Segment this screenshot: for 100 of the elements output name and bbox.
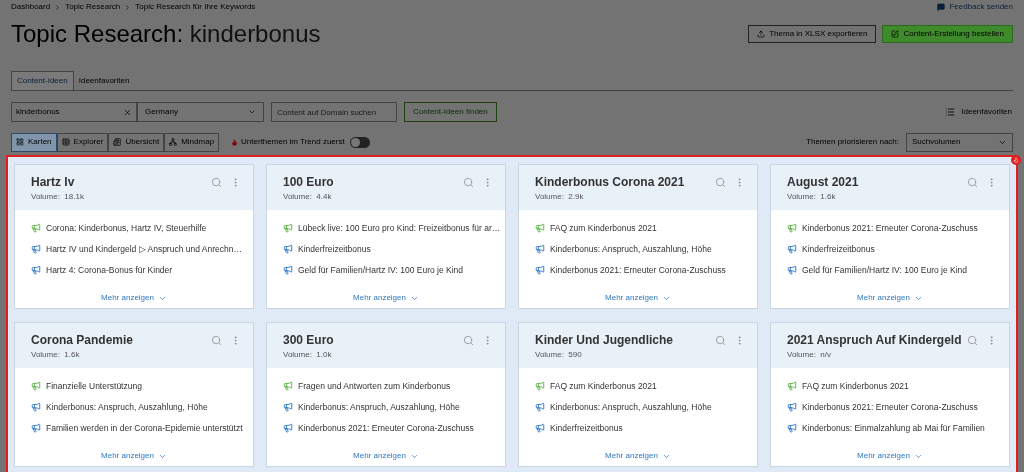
headline-link[interactable]: Finanzielle Unterstützung (46, 380, 142, 393)
megaphone-icon (31, 381, 41, 392)
megaphone-icon (787, 402, 797, 413)
headline-link[interactable]: Hartz IV und Kindergeld ▷ Anspruch und Anrechn… (46, 242, 242, 256)
volume-label: Volume: 2.9k (535, 191, 585, 203)
view-button[interactable]: Übersicht (108, 132, 165, 152)
megaphone-icon (283, 244, 293, 255)
priority-select[interactable]: Suchvolumen (906, 132, 1013, 152)
volume-label: Volume: 4.4k (283, 191, 333, 203)
megaphone-icon (535, 223, 545, 234)
volume-label: Volume: 18.1k (31, 191, 84, 203)
headline-link[interactable]: Kinderfreizeitbonus (550, 421, 623, 435)
volume-label: Volume: n/v (787, 349, 833, 361)
search-icon[interactable] (463, 335, 474, 346)
headline-link[interactable]: Kinderbonus 2021: Erneuter Corona-Zuschuss (802, 222, 978, 235)
megaphone-icon (787, 244, 797, 255)
view-button[interactable]: Explorer (56, 132, 109, 152)
speech-bubble-icon (937, 3, 946, 11)
card-title: August 2021 (787, 174, 859, 191)
search-icon[interactable] (715, 177, 726, 188)
card-title: Hartz Iv (31, 174, 76, 191)
megaphone-icon (31, 223, 41, 234)
favorites-button[interactable]: Ideenfavoriten (945, 106, 1013, 118)
priority-label: Themen priorisieren nach: (806, 136, 899, 148)
chevron-icon (54, 3, 62, 11)
trend-label: Unterthemen im Trend zuerst (241, 136, 345, 148)
megaphone-icon (31, 264, 41, 275)
headline-link[interactable]: Kinderbonus 2021: Erneuter Corona-Zuschuss (298, 421, 474, 435)
headline-link[interactable]: Kinderbonus 2021: Erneuter Corona-Zuschuss (802, 400, 978, 414)
headline-link[interactable]: Kinderbonus: Anspruch, Auszahlung, Höhe (550, 242, 712, 256)
headline-link[interactable]: Geld für Familien/Hartz IV: 100 Euro je Kind (802, 263, 968, 277)
search-icon[interactable] (463, 177, 474, 188)
megaphone-icon (31, 244, 41, 255)
card-title: Corona Pandemie (31, 332, 134, 349)
headline-link[interactable]: Kinderbonus 2021: Erneuter Corona-Zuschuss (550, 263, 726, 277)
megaphone-icon (787, 381, 797, 392)
headline-link[interactable]: Kinderbonus: Anspruch, Auszahlung, Höhe (550, 400, 712, 414)
headline-link[interactable]: FAQ zum Kinderbonus 2021 (550, 222, 657, 235)
order-button[interactable]: Content-Erstellung bestellen (882, 25, 1013, 43)
hierarchy-icon (169, 138, 178, 146)
megaphone-icon (283, 381, 293, 392)
headline-link[interactable]: Kinderbonus: Anspruch, Auszahlung, Höhe (46, 400, 208, 414)
headline-link[interactable]: Hartz 4: Corona-Bonus für Kinder (46, 263, 173, 277)
show-more-button[interactable]: Mehr anzeigen (353, 292, 419, 304)
headline-link[interactable]: Corona: Kinderbonus, Hartz IV, Steuerhilfe (46, 222, 207, 235)
megaphone-icon (535, 381, 545, 392)
show-more-button[interactable]: Mehr anzeigen (857, 292, 923, 304)
view-button[interactable]: Mindmap (164, 132, 220, 152)
volume-label: Volume: 1.6k (787, 191, 837, 203)
keyword-field[interactable]: kinderbonus (11, 102, 137, 122)
flame-icon (231, 138, 239, 146)
show-more-button[interactable]: Mehr anzeigen (857, 450, 923, 462)
table-icon (61, 138, 70, 146)
card-title: 300 Euro (283, 332, 334, 349)
grid-icon (16, 138, 24, 146)
volume-label: Volume: 590 (535, 349, 583, 361)
clear-icon[interactable] (123, 107, 132, 117)
trend-toggle[interactable] (349, 136, 370, 148)
domain-field[interactable]: Content auf Domain suchen (271, 102, 397, 122)
show-more-button[interactable]: Mehr anzeigen (353, 450, 419, 462)
megaphone-icon (787, 422, 797, 433)
headline-link[interactable]: Geld für Familien/Hartz IV: 100 Euro je Kind (298, 263, 464, 277)
show-more-button[interactable]: Mehr anzeigen (605, 292, 671, 304)
breadcrumb-link[interactable]: Topic Research (65, 1, 121, 13)
headline-link[interactable]: Kinderfreizeitbonus (298, 242, 371, 256)
breadcrumb-link[interactable]: Topic Research für Ihre Keywords (135, 1, 256, 13)
show-more-button[interactable]: Mehr anzeigen (101, 450, 167, 462)
headline-link[interactable]: Lübeck live: 100 Euro pro Kind: Freizeitbonus für ar… (298, 222, 501, 235)
headline-link[interactable]: Fragen und Antworten zum Kinderbonus (298, 380, 451, 393)
headline-link[interactable]: Familien werden in der Corona-Epidemie unterstützt (46, 421, 243, 435)
headline-link[interactable]: Kinderfreizeitbonus (802, 242, 875, 256)
search-icon[interactable] (211, 335, 222, 346)
view-button[interactable]: Karten (11, 132, 57, 152)
megaphone-icon (283, 264, 293, 275)
feedback-link[interactable]: Feedback senden (949, 1, 1013, 13)
headline-link[interactable]: Kinderbonus: Einmalzahlung ab Mai für Familien (802, 421, 985, 435)
search-icon[interactable] (715, 335, 726, 346)
search-icon[interactable] (967, 177, 978, 188)
megaphone-icon (535, 402, 545, 413)
breadcrumb-link[interactable]: Dashboard (11, 1, 51, 13)
megaphone-icon (535, 264, 545, 275)
list-icon (945, 107, 956, 117)
card-title: Kinderbonus Corona 2021 (535, 174, 685, 191)
search-icon[interactable] (967, 335, 978, 346)
show-more-button[interactable]: Mehr anzeigen (101, 292, 167, 304)
export-button[interactable]: Thema in XLSX exportieren (748, 25, 877, 43)
country-select[interactable]: Germany (137, 102, 264, 122)
megaphone-icon (787, 223, 797, 234)
megaphone-icon (535, 244, 545, 255)
show-more-button[interactable]: Mehr anzeigen (605, 450, 671, 462)
headline-link[interactable]: FAQ zum Kinderbonus 2021 (550, 380, 657, 393)
megaphone-icon (283, 422, 293, 433)
volume-label: Volume: 1.6k (31, 349, 81, 361)
tab[interactable]: Ideenfavoriten (73, 71, 135, 90)
tab[interactable]: Content-Ideen (11, 71, 74, 90)
headline-link[interactable]: Kinderbonus: Anspruch, Auszahlung, Höhe (298, 400, 460, 414)
search-icon[interactable] (211, 177, 222, 188)
edit-icon (891, 30, 900, 38)
megaphone-icon (535, 422, 545, 433)
headline-link[interactable]: FAQ zum Kinderbonus 2021 (802, 380, 909, 393)
